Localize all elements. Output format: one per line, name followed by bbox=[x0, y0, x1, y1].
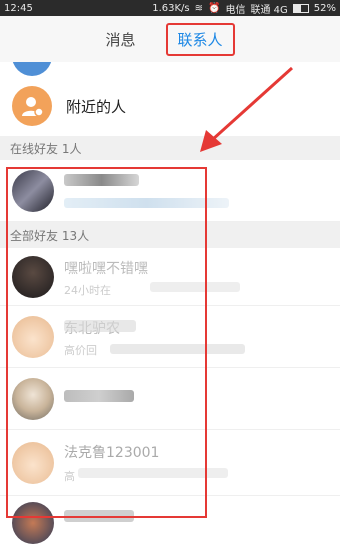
contact-row[interactable] bbox=[0, 160, 340, 222]
blurred-name bbox=[64, 510, 134, 522]
blurred-name bbox=[64, 390, 134, 402]
section-online-friends: 在线好友 1人 bbox=[0, 136, 340, 160]
contact-status: 24小时在 bbox=[64, 284, 111, 297]
blurred-name bbox=[64, 174, 139, 186]
blurred-status bbox=[110, 344, 245, 354]
carrier-1: 电信 bbox=[225, 4, 246, 16]
status-time: 12:45 bbox=[4, 2, 33, 14]
tab-messages[interactable]: 消息 bbox=[105, 29, 135, 50]
top-tab-bar: 消息 联系人 bbox=[0, 16, 340, 62]
battery-percent: 52% bbox=[313, 2, 336, 14]
tab-contacts[interactable]: 联系人 bbox=[165, 22, 235, 56]
contact-avatar bbox=[12, 316, 54, 358]
partial-list-item bbox=[0, 62, 340, 79]
contact-name: 嘿啦嘿不错嘿 bbox=[64, 261, 148, 277]
blurred-status bbox=[64, 198, 229, 208]
contact-row[interactable] bbox=[0, 368, 340, 430]
network-speed: 1.63K/s bbox=[152, 2, 190, 14]
contact-avatar bbox=[12, 442, 54, 484]
contact-avatar bbox=[12, 378, 54, 420]
contact-row[interactable] bbox=[0, 496, 340, 544]
section-all-friends: 全部好友 13人 bbox=[0, 222, 340, 248]
blurred-name bbox=[64, 320, 136, 332]
wifi-icon: ≋ bbox=[194, 2, 204, 14]
contact-status: 高价回 bbox=[64, 344, 97, 357]
contact-status: 高 bbox=[64, 470, 75, 483]
contact-avatar bbox=[12, 256, 54, 298]
contact-avatar bbox=[12, 502, 54, 544]
partial-avatar bbox=[12, 62, 52, 76]
contact-row[interactable]: 嘿啦嘿不错嘿 24小时在 bbox=[0, 248, 340, 306]
status-bar: 12:45 1.63K/s ≋ ⏰ 电信 联通 4G 52% bbox=[0, 0, 340, 16]
contact-avatar bbox=[12, 170, 54, 212]
contact-row[interactable]: 法克鲁123001 高 bbox=[0, 430, 340, 496]
nearby-people-item[interactable]: 附近的人 bbox=[0, 78, 340, 134]
nearby-people-label: 附近的人 bbox=[66, 97, 127, 116]
carrier-2: 联通 4G bbox=[250, 4, 288, 16]
battery-icon bbox=[292, 3, 309, 13]
contact-row[interactable]: 东北驴农 高价回 bbox=[0, 306, 340, 368]
alarm-icon: ⏰ bbox=[208, 2, 221, 14]
contact-name: 法克鲁123001 bbox=[64, 445, 160, 461]
nearby-people-icon bbox=[12, 86, 52, 126]
blurred-status bbox=[78, 468, 228, 478]
blurred-status bbox=[150, 282, 240, 292]
